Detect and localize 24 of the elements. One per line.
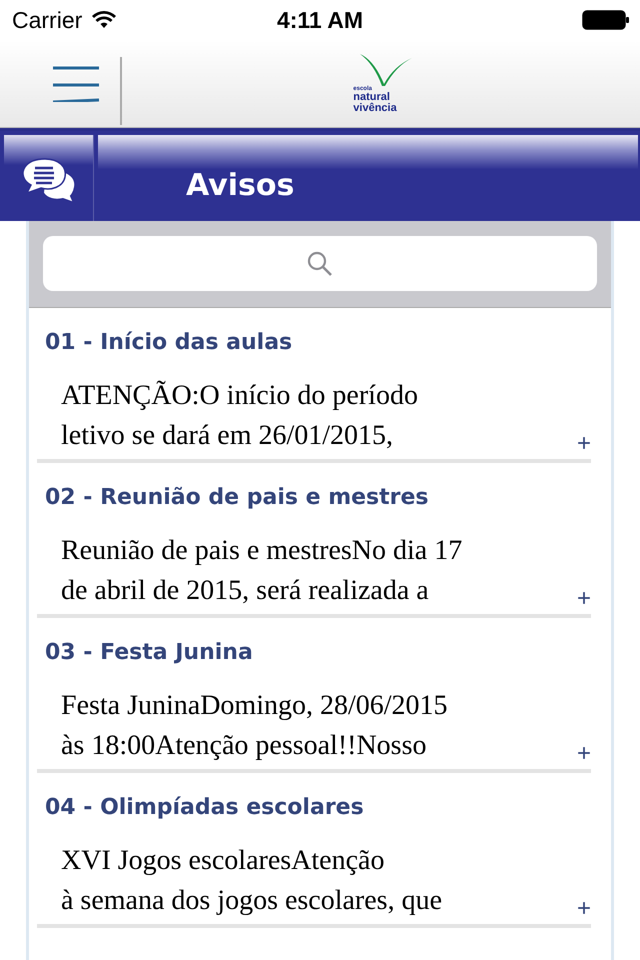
notice-text: ATENÇÃO:O início do período letivo se dará em 26/01/2015, xyxy=(60,379,418,453)
expand-button[interactable]: + xyxy=(576,587,591,611)
expand-button[interactable]: + xyxy=(576,742,591,766)
carrier-name: Carrier xyxy=(12,6,82,34)
notice-title[interactable]: 01 - Início das aulas xyxy=(37,308,591,376)
notice-title[interactable]: 04 - Olimpíadas escolares xyxy=(37,773,591,841)
expand-button[interactable]: + xyxy=(576,897,591,921)
battery-icon xyxy=(582,9,630,31)
clock-time: 4:11 AM xyxy=(276,6,364,34)
notice-text: Festa JuninaDomingo, 28/06/2015 às 18:00Atenção pessoal!!Nosso xyxy=(60,689,448,763)
search-field[interactable] xyxy=(43,236,597,291)
checkmark-icon xyxy=(360,54,412,86)
page-title: Avisos xyxy=(186,168,294,202)
logo-text: vivência xyxy=(353,102,397,114)
notice-title[interactable]: 03 - Festa Junina xyxy=(37,618,591,686)
wifi-icon xyxy=(92,11,116,29)
notice-text: XVI Jogos escolaresAtenção à semana dos jogos escolares, que xyxy=(60,844,442,918)
logo-text: natural xyxy=(353,92,390,102)
search-icon xyxy=(307,250,333,276)
messages-button[interactable] xyxy=(4,135,94,221)
notice-text: Reunião de pais e mestresNo dia 17 de abril de 2015, será realizada a xyxy=(60,534,462,608)
notice-title[interactable]: 02 - Reunião de pais e mestres xyxy=(37,463,591,531)
expand-button[interactable]: + xyxy=(576,432,591,456)
menu-icon xyxy=(53,66,99,102)
